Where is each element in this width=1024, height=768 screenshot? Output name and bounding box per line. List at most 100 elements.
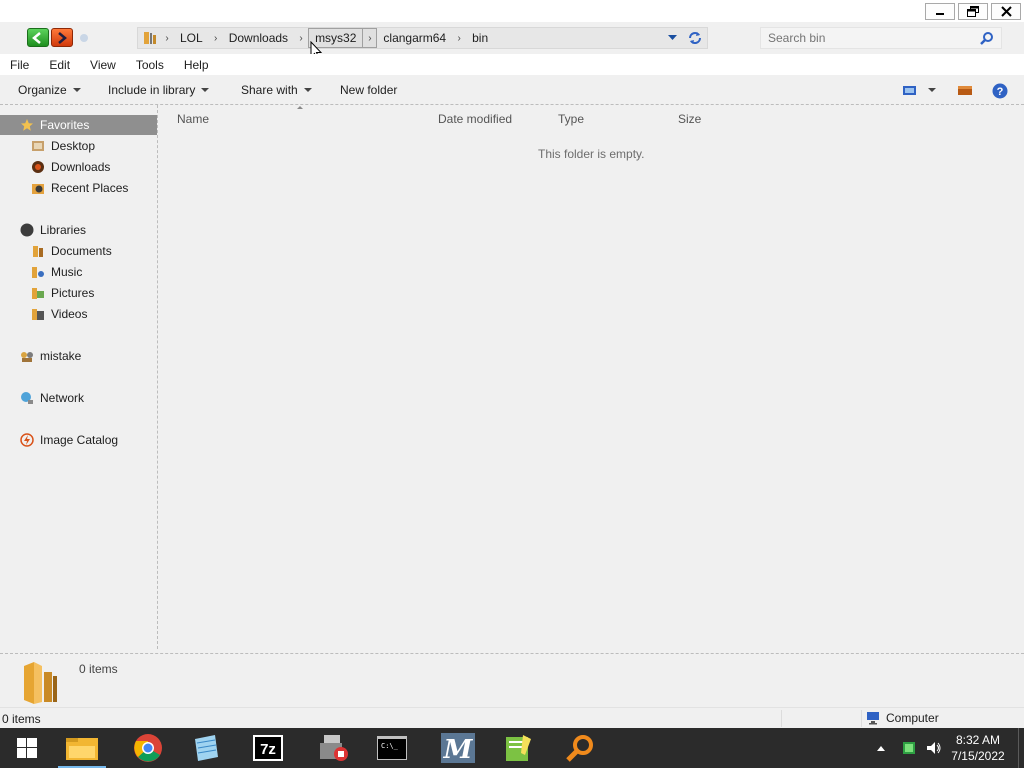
taskbar-7zip[interactable]: 7z <box>240 728 296 768</box>
computer-icon <box>867 712 879 725</box>
chevron-down-icon <box>303 88 312 92</box>
start-button[interactable] <box>0 728 54 768</box>
command-prompt-icon: C:\_ <box>377 736 407 760</box>
new-folder-button[interactable]: New folder <box>340 83 397 97</box>
nav-desktop[interactable]: Desktop <box>31 136 95 156</box>
breadcrumb-separator[interactable]: › <box>294 28 308 48</box>
menu-file[interactable]: File <box>0 58 39 72</box>
taskbar-clock[interactable]: 8:32 AM 7/15/2022 <box>946 732 1010 764</box>
menu-edit[interactable]: Edit <box>39 58 80 72</box>
help-icon: ? <box>992 83 1008 99</box>
show-hidden-icons-icon[interactable] <box>876 744 886 752</box>
svg-text:M: M <box>443 735 474 763</box>
nav-favorites[interactable]: Favorites <box>0 115 157 135</box>
homegroup-icon <box>20 349 34 363</box>
taskbar-chrome[interactable] <box>120 728 176 768</box>
taskbar-notepad[interactable] <box>178 728 234 768</box>
minimize-button[interactable] <box>925 3 955 20</box>
search-tool-icon <box>566 735 593 762</box>
nav-network[interactable]: Network <box>20 388 84 408</box>
change-view-button[interactable] <box>902 83 940 100</box>
preview-pane-icon <box>958 86 972 95</box>
refresh-button[interactable] <box>687 30 703 46</box>
folder-location-icon <box>142 30 160 46</box>
star-icon <box>20 118 34 132</box>
navigation-row: › LOL › Downloads › msys32 › clangarm64 … <box>0 22 1024 54</box>
menu-tools[interactable]: Tools <box>126 58 174 72</box>
restore-button[interactable] <box>958 3 988 20</box>
taskbar-installer[interactable] <box>306 728 362 768</box>
preview-pane-button[interactable] <box>957 83 973 100</box>
chevron-down-icon <box>667 35 677 40</box>
nav-recent-places[interactable]: Recent Places <box>31 178 128 198</box>
navigation-pane: Favorites Desktop Downloads Recent Place… <box>0 105 158 649</box>
show-desktop-button[interactable] <box>1018 728 1019 768</box>
nav-image-catalog[interactable]: Image Catalog <box>20 430 118 450</box>
close-icon <box>1000 6 1012 17</box>
recent-places-icon <box>31 181 45 195</box>
nav-libraries-label: Libraries <box>40 223 87 237</box>
column-header-type[interactable]: Type <box>558 112 584 126</box>
clock-date: 7/15/2022 <box>951 749 1005 763</box>
close-button[interactable] <box>991 3 1021 20</box>
network-status-icon[interactable] <box>902 741 916 755</box>
taskbar-search-tool[interactable] <box>552 728 608 768</box>
breadcrumb-clangarm64[interactable]: clangarm64 <box>377 28 452 48</box>
search-icon[interactable] <box>980 31 994 45</box>
command-bar: Organize Include in library Share with N… <box>0 76 1024 105</box>
breadcrumb-separator[interactable]: › <box>363 28 378 48</box>
nav-pictures[interactable]: Pictures <box>31 283 94 303</box>
svg-text:?: ? <box>997 86 1004 98</box>
column-header-name[interactable]: Name <box>177 112 209 126</box>
include-in-library-button[interactable]: Include in library <box>108 83 210 97</box>
7zip-icon: 7z <box>253 735 283 761</box>
nav-music[interactable]: Music <box>31 262 82 282</box>
explorer-window: › LOL › Downloads › msys32 › clangarm64 … <box>0 0 1024 728</box>
address-history-dropdown[interactable] <box>665 31 679 45</box>
nav-videos[interactable]: Videos <box>31 304 87 324</box>
column-header-date-modified[interactable]: Date modified <box>438 112 512 126</box>
taskbar-command-prompt[interactable]: C:\_ <box>364 728 420 768</box>
taskbar-msys[interactable]: M <box>430 728 486 768</box>
documents-icon <box>31 244 45 258</box>
details-pane: 0 items <box>0 653 1024 707</box>
breadcrumb-separator[interactable]: › <box>452 28 466 48</box>
back-arrow-icon <box>32 31 41 44</box>
breadcrumb-separator[interactable]: › <box>209 28 223 48</box>
network-icon <box>20 391 34 405</box>
back-button[interactable] <box>27 28 49 47</box>
search-box[interactable] <box>760 27 1002 49</box>
breadcrumb-lol[interactable]: LOL <box>174 28 209 48</box>
breadcrumb-bin[interactable]: bin <box>466 28 494 48</box>
empty-folder-message: This folder is empty. <box>538 147 645 161</box>
nav-favorites-label: Favorites <box>40 118 90 132</box>
restore-icon <box>967 6 979 17</box>
nav-music-label: Music <box>51 265 83 279</box>
organize-button[interactable]: Organize <box>18 83 81 97</box>
nav-desktop-label: Desktop <box>51 139 96 153</box>
music-icon <box>31 265 45 279</box>
volume-icon[interactable] <box>926 741 942 755</box>
recent-locations-button[interactable] <box>80 34 88 42</box>
nav-documents[interactable]: Documents <box>31 241 112 261</box>
breadcrumb-downloads[interactable]: Downloads <box>223 28 294 48</box>
folder-icon <box>24 662 57 704</box>
nav-pictures-label: Pictures <box>51 286 95 300</box>
chrome-icon <box>134 734 162 762</box>
forward-button[interactable] <box>51 28 73 47</box>
breadcrumb-separator[interactable]: › <box>160 28 174 48</box>
installer-icon <box>320 735 348 761</box>
menu-view[interactable]: View <box>80 58 126 72</box>
taskbar-file-explorer[interactable] <box>54 728 110 768</box>
nav-homegroup[interactable]: mistake <box>20 346 81 366</box>
menu-help[interactable]: Help <box>174 58 219 72</box>
nav-documents-label: Documents <box>51 244 112 258</box>
nav-downloads[interactable]: Downloads <box>31 157 110 177</box>
search-input[interactable] <box>768 28 978 48</box>
help-button[interactable]: ? <box>992 83 1008 102</box>
column-header-size[interactable]: Size <box>678 112 701 126</box>
taskbar-notepad-plus-plus[interactable] <box>490 728 546 768</box>
address-bar[interactable]: › LOL › Downloads › msys32 › clangarm64 … <box>137 27 708 49</box>
nav-libraries[interactable]: Libraries <box>20 220 86 240</box>
share-with-button[interactable]: Share with <box>241 83 312 97</box>
